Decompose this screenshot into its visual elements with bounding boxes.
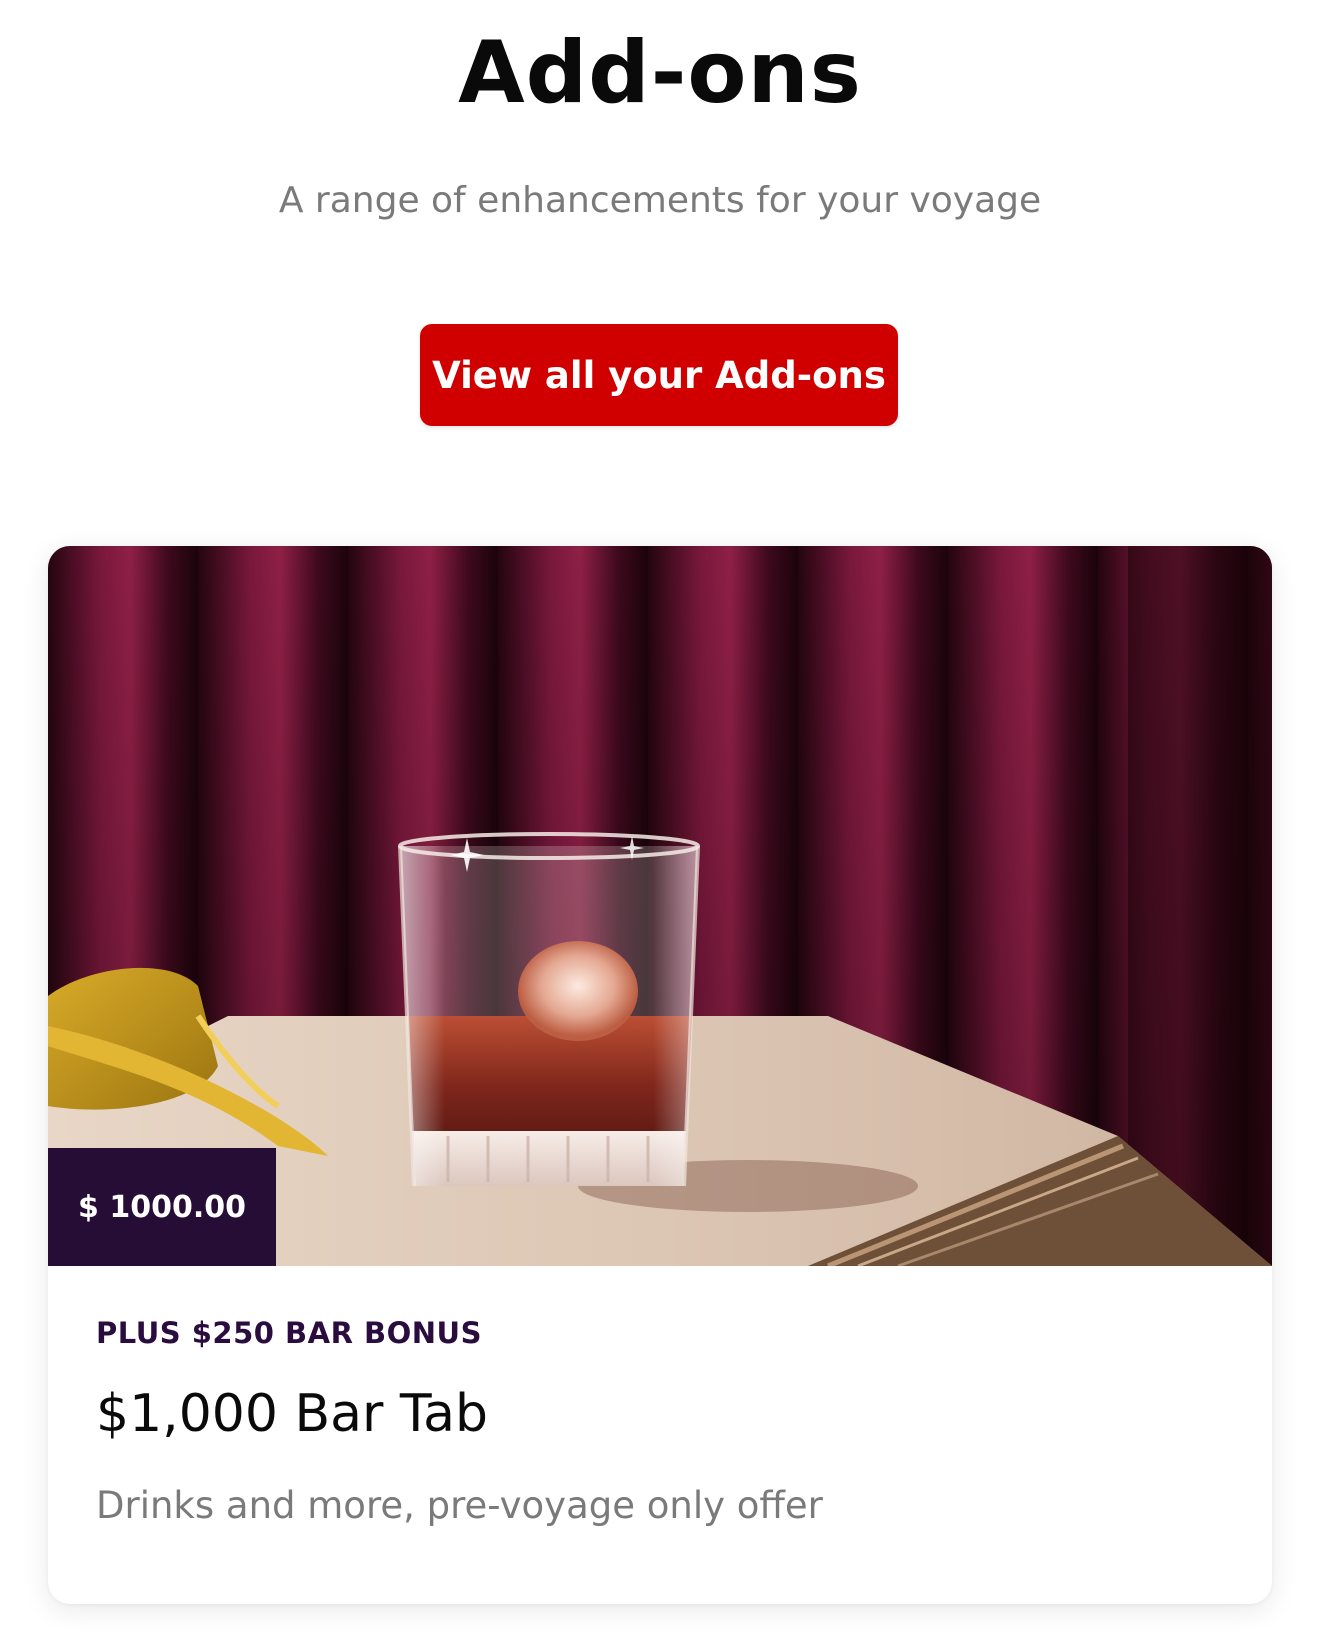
addons-page: Add-ons A range of enhancements for your…: [0, 0, 1320, 1640]
addon-card-title: $1,000 Bar Tab: [96, 1384, 488, 1444]
page-title: Add-ons: [458, 23, 862, 123]
page-subtitle: A range of enhancements for your voyage: [278, 180, 1042, 221]
addon-card-eyebrow: PLUS $250 BAR BONUS: [96, 1316, 482, 1350]
price-badge: $ 1000.00: [48, 1148, 276, 1266]
addon-card-image: $ 1000.00: [48, 546, 1272, 1266]
view-all-addons-button[interactable]: View all your Add-ons: [420, 324, 898, 426]
addon-card-description: Drinks and more, pre-voyage only offer: [96, 1484, 823, 1527]
addon-card-bar-tab[interactable]: $ 1000.00 PLUS $250 BAR BONUS $1,000 Bar…: [48, 546, 1272, 1604]
